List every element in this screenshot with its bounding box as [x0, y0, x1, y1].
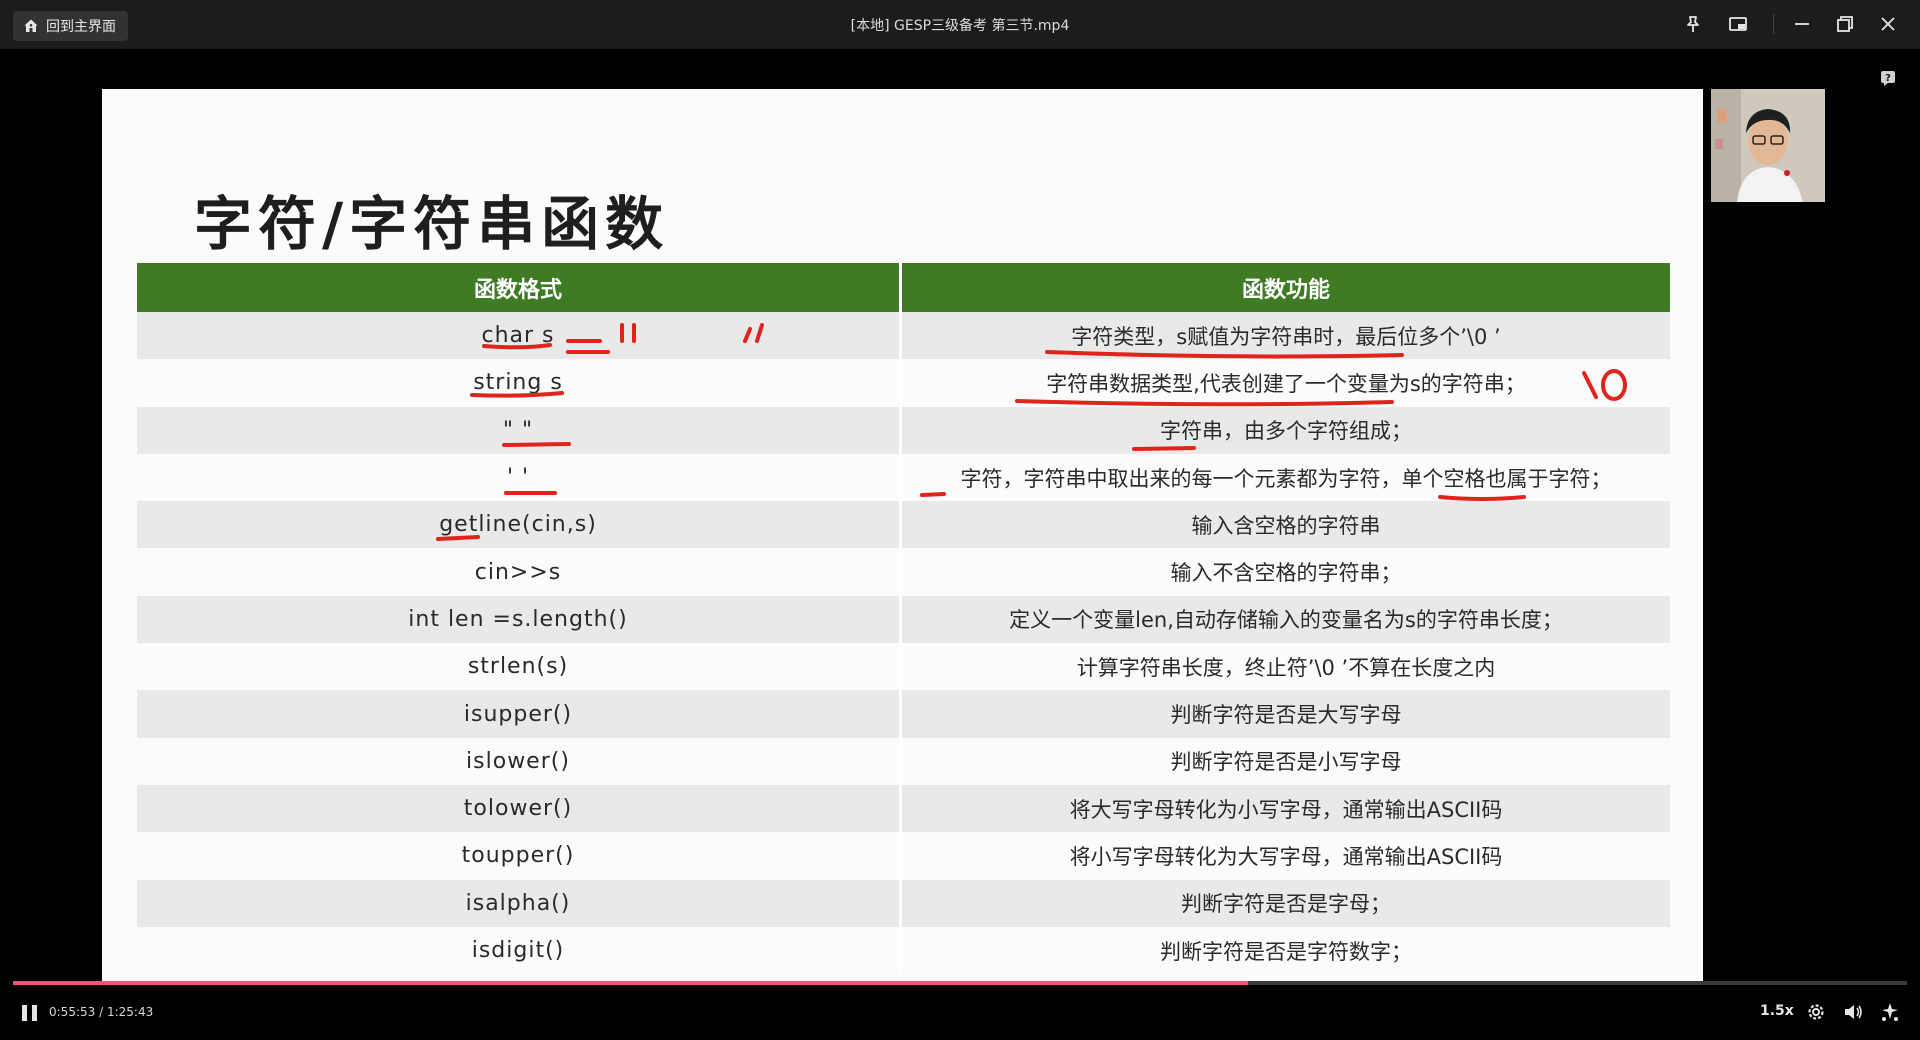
table-row: int len =s.length() 定义一个变量len,自动存储输入的变量名为…: [137, 595, 1670, 644]
function-description-cell: 字符，字符串中取出来的每一个元素都为字符，单个空格也属于字符；: [902, 453, 1670, 502]
settings-icon[interactable]: [1805, 1001, 1827, 1023]
lecture-slide: 字符/字符串函数 函数格式 函数功能 char s 字符类型，s赋值为字符串时，最…: [102, 89, 1703, 987]
function-description-cell: 将大写字母转化为小写字母，通常输出ASCII码: [902, 784, 1670, 833]
restore-button[interactable]: [1833, 12, 1857, 36]
function-format-cell: toupper(): [137, 832, 902, 880]
total-time: 1:25:43: [106, 1005, 154, 1019]
close-icon: [1881, 17, 1895, 31]
function-format-cell: cin>>s: [137, 548, 902, 596]
function-format-cell: isupper(): [137, 690, 902, 738]
restore-icon: [1837, 16, 1853, 32]
function-description-cell: 计算字符串长度，终止符’\0 ’不算在长度之内: [902, 643, 1670, 691]
table-row: isalpha() 判断字符是否是字母；: [137, 879, 1670, 927]
function-format-cell: isalpha(): [137, 879, 902, 927]
functions-table: 函数格式 函数功能 char s 字符类型，s赋值为字符串时，最后位多个’\0 ’…: [137, 263, 1670, 975]
function-format-cell: int len =s.length(): [137, 595, 902, 644]
table-row: toupper() 将小写字母转化为大写字母，通常输出ASCII码: [137, 832, 1670, 880]
table-header: 函数格式 函数功能: [137, 263, 1670, 312]
function-description-cell: 字符类型，s赋值为字符串时，最后位多个’\0 ’: [902, 312, 1670, 360]
function-format-cell: isdigit(): [137, 926, 902, 975]
table-row: tolower() 将大写字母转化为小写字母，通常输出ASCII码: [137, 784, 1670, 833]
function-description-cell: 将小写字母转化为大写字母，通常输出ASCII码: [902, 832, 1670, 880]
table-row: ' ' 字符，字符串中取出来的每一个元素都为字符，单个空格也属于字符；: [137, 453, 1670, 502]
pause-icon: [22, 1005, 27, 1021]
function-format-cell: islower(): [137, 737, 902, 785]
pause-button[interactable]: [22, 1003, 40, 1023]
time-display: 0:55:53 / 1:25:43: [49, 1005, 153, 1019]
instructor-webcam: [1711, 89, 1825, 202]
table-row: strlen(s) 计算字符串长度，终止符’\0 ’不算在长度之内: [137, 643, 1670, 691]
function-description-cell: 定义一个变量len,自动存储输入的变量名为s的字符串长度；: [902, 595, 1670, 644]
function-description-cell: 判断字符是否是大写字母: [902, 690, 1670, 738]
close-button[interactable]: [1876, 12, 1900, 36]
function-format-cell: char s: [137, 312, 902, 360]
player-controls: 0:55:53 / 1:25:43 1.5x: [0, 985, 1920, 1040]
function-format-cell: getline(cin,s): [137, 501, 902, 549]
video-area[interactable]: 字符/字符串函数 函数格式 函数功能 char s 字符类型，s赋值为字符串时，最…: [0, 49, 1920, 987]
title-bar-divider: [1773, 14, 1774, 34]
minimize-icon: [1795, 23, 1809, 25]
table-row: cin>>s 输入不含空格的字符串；: [137, 548, 1670, 596]
function-description-cell: 判断字符是否是字母；: [902, 879, 1670, 927]
time-separator: /: [99, 1005, 104, 1019]
title-bar: 回到主界面 [本地] GESP三级备考 第三节.mp4: [0, 0, 1920, 49]
picture-in-picture-button[interactable]: [1726, 12, 1750, 36]
playback-speed-button[interactable]: 1.5x: [1760, 1003, 1794, 1019]
ai-icon[interactable]: [1879, 1001, 1901, 1023]
table-row: getline(cin,s) 输入含空格的字符串: [137, 501, 1670, 549]
help-icon[interactable]: ?: [1880, 70, 1896, 86]
svg-text:?: ?: [1885, 73, 1891, 84]
function-format-cell: ' ': [137, 453, 902, 502]
function-description-cell: 判断字符是否是字符数字；: [902, 926, 1670, 975]
table-row: islower() 判断字符是否是小写字母: [137, 737, 1670, 785]
function-description-cell: 字符串数据类型,代表创建了一个变量为s的字符串；: [902, 359, 1670, 407]
header-function: 函数功能: [902, 263, 1670, 312]
current-time: 0:55:53: [49, 1005, 96, 1019]
window-title: [本地] GESP三级备考 第三节.mp4: [850, 18, 1070, 34]
pin-icon: [1687, 16, 1699, 32]
table-row: isdigit() 判断字符是否是字符数字；: [137, 926, 1670, 975]
function-format-cell: string s: [137, 359, 902, 407]
function-description-cell: 字符串，由多个字符组成；: [902, 406, 1670, 454]
function-description-cell: 输入不含空格的字符串；: [902, 548, 1670, 596]
function-description-cell: 输入含空格的字符串: [902, 501, 1670, 549]
minimize-button[interactable]: [1790, 12, 1814, 36]
function-description-cell: 判断字符是否是小写字母: [902, 737, 1670, 785]
function-format-cell: strlen(s): [137, 643, 902, 691]
picture-in-picture-icon: [1729, 17, 1747, 31]
table-row: isupper() 判断字符是否是大写字母: [137, 690, 1670, 738]
table-row: char s 字符类型，s赋值为字符串时，最后位多个’\0 ’: [137, 312, 1670, 360]
pin-button[interactable]: [1681, 12, 1705, 36]
volume-icon[interactable]: [1842, 1001, 1864, 1023]
table-row: string s 字符串数据类型,代表创建了一个变量为s的字符串；: [137, 359, 1670, 407]
function-format-cell: " ": [137, 406, 902, 454]
function-format-cell: tolower(): [137, 784, 902, 833]
table-row: " " 字符串，由多个字符组成；: [137, 406, 1670, 454]
header-format: 函数格式: [137, 263, 902, 312]
slide-title: 字符/字符串函数: [194, 190, 670, 258]
